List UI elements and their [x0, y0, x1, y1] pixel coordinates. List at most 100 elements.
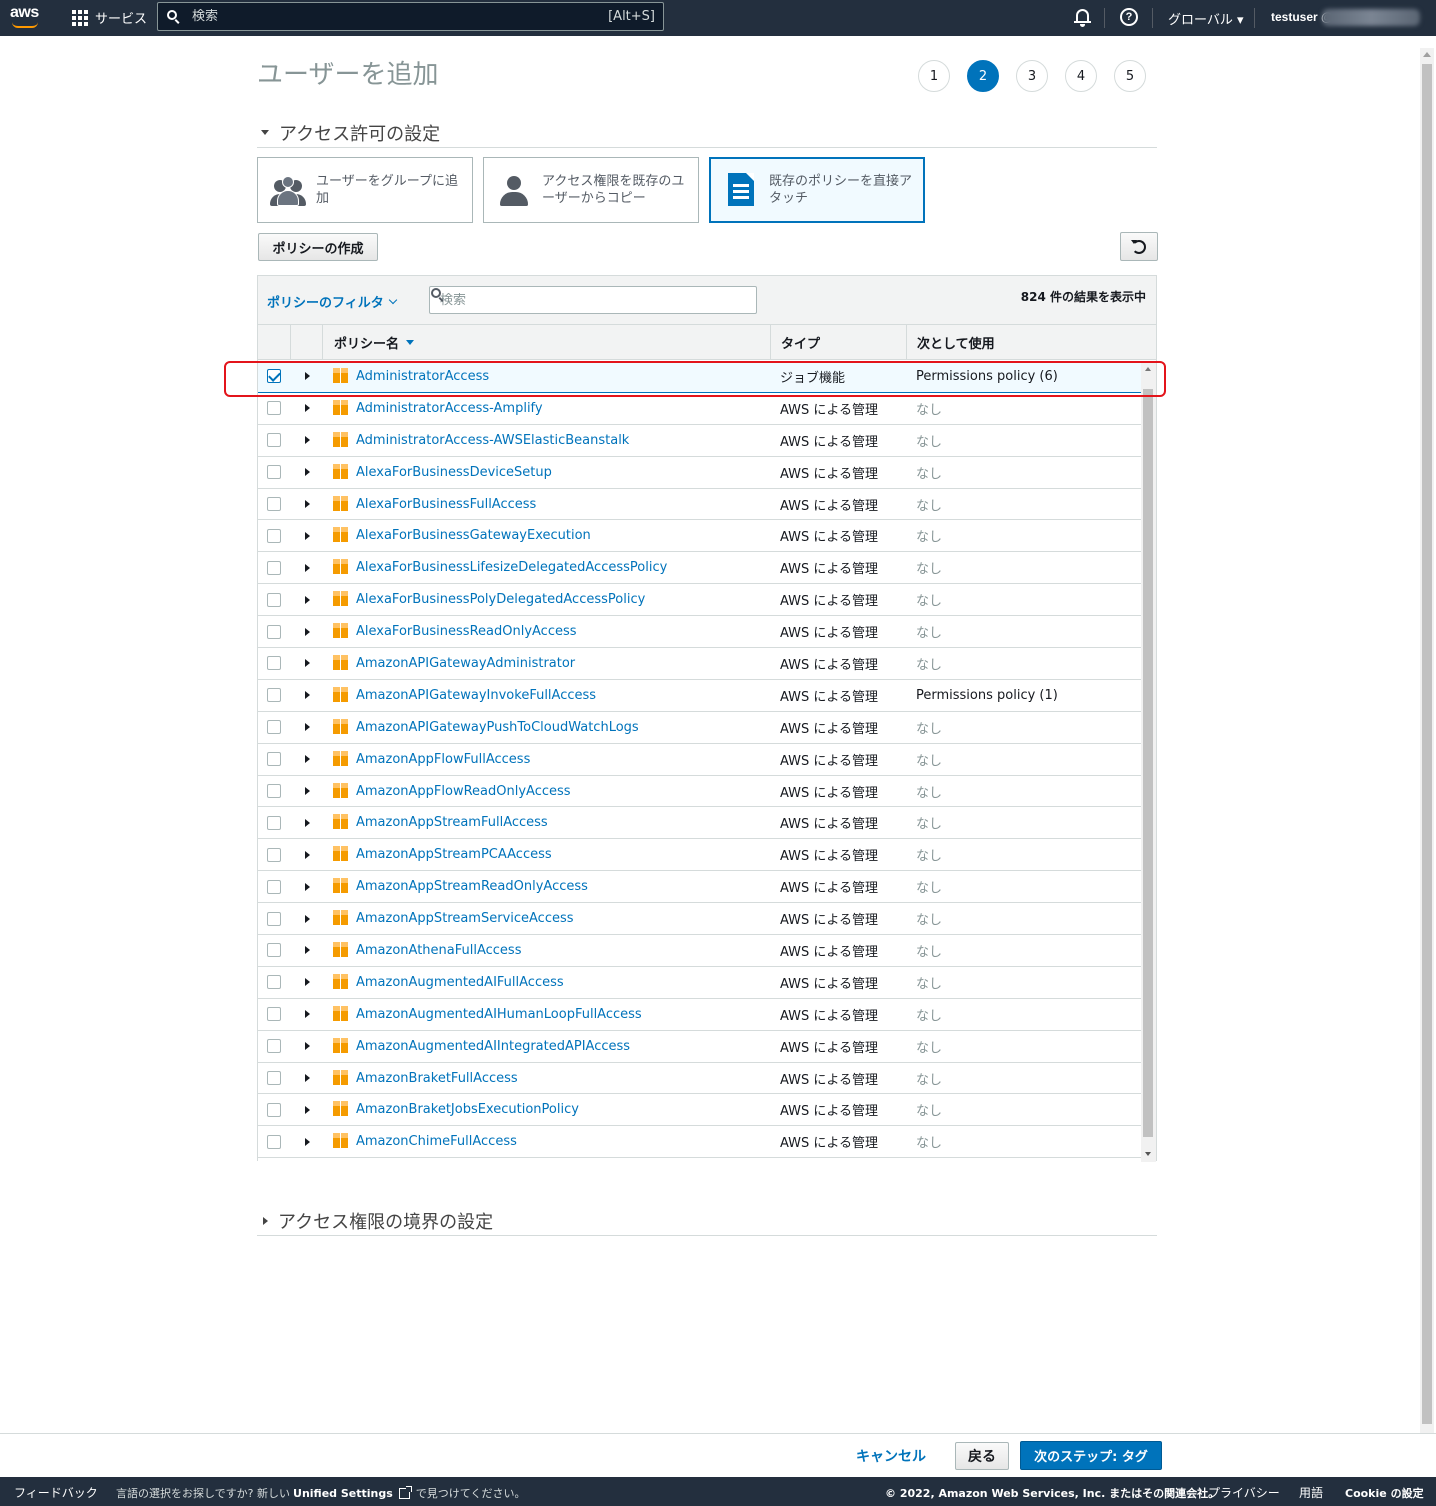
expand-row-icon[interactable] [305, 468, 310, 477]
row-checkbox[interactable] [267, 975, 281, 990]
row-checkbox[interactable] [267, 847, 281, 862]
table-row[interactable]: AmazonAppStreamReadOnlyAccess AWS による管理 なし [258, 871, 1141, 904]
expand-row-icon[interactable] [305, 850, 310, 859]
expand-row-icon[interactable] [305, 946, 310, 955]
table-row[interactable]: AmazonAppStreamServiceAccess AWS による管理 なし [258, 903, 1141, 936]
policy-name-link[interactable]: AdministratorAccess-AWSElasticBeanstalk [356, 433, 629, 448]
table-scrollbar[interactable] [1141, 361, 1156, 1162]
expand-row-icon[interactable] [305, 978, 310, 987]
policy-name-link[interactable]: AmazonAugmentedAIIntegratedAPIAccess [356, 1039, 630, 1054]
policy-name-link[interactable]: AlexaForBusinessDeviceSetup [356, 465, 552, 480]
option-copy-from-user[interactable]: アクセス権限を既存のユーザーからコピー [483, 157, 699, 223]
table-scrollbar-thumb[interactable] [1143, 389, 1153, 1137]
row-checkbox[interactable] [267, 497, 281, 511]
expand-row-icon[interactable] [305, 500, 310, 508]
expand-row-icon[interactable] [305, 818, 310, 827]
policy-name-link[interactable]: AdministratorAccess [356, 369, 489, 384]
policy-name-link[interactable]: AlexaForBusinessLifesizeDelegatedAccessP… [356, 560, 667, 575]
table-row[interactable]: AmazonAugmentedAIIntegratedAPIAccess AWS … [258, 1031, 1141, 1063]
scroll-up-icon[interactable] [1145, 367, 1151, 371]
expand-row-icon[interactable] [305, 1105, 310, 1114]
expand-row-icon[interactable] [305, 531, 310, 540]
policy-name-link[interactable]: AmazonAPIGatewayAdministrator [356, 656, 575, 671]
scroll-down-icon[interactable] [1145, 1152, 1151, 1156]
unified-settings-link[interactable]: Unified Settings [293, 1487, 393, 1500]
expand-row-icon[interactable] [305, 787, 310, 796]
column-header-used-as[interactable]: 次として使用 [906, 325, 1156, 360]
policy-name-link[interactable]: AmazonAppStreamFullAccess [356, 815, 548, 830]
policy-name-link[interactable]: AmazonAppFlowReadOnlyAccess [356, 784, 571, 799]
expand-row-icon[interactable] [305, 1010, 310, 1019]
create-policy-button[interactable]: ポリシーの作成 [258, 233, 378, 261]
row-checkbox[interactable] [267, 1007, 281, 1022]
policy-name-link[interactable]: AmazonAugmentedAIFullAccess [356, 975, 564, 990]
option-attach-policies[interactable]: 既存のポリシーを直接アタッチ [709, 157, 925, 223]
expand-row-icon[interactable] [305, 627, 310, 636]
row-checkbox[interactable] [267, 720, 281, 735]
row-checkbox[interactable] [267, 752, 281, 767]
page-scrollbar[interactable] [1420, 48, 1434, 1434]
table-row[interactable]: AlexaForBusinessPolyDelegatedAccessPolic… [258, 584, 1141, 617]
column-header-type[interactable]: タイプ [770, 325, 906, 360]
policy-name-link[interactable]: AmazonAppStreamServiceAccess [356, 911, 574, 926]
table-row[interactable]: AlexaForBusinessLifesizeDelegatedAccessP… [258, 552, 1141, 585]
expand-row-icon[interactable] [305, 595, 310, 604]
row-checkbox[interactable] [267, 528, 281, 543]
table-row[interactable]: AdministratorAccess-AWSElasticBeanstalk A… [258, 425, 1141, 457]
policy-name-link[interactable]: AlexaForBusinessGatewayExecution [356, 528, 591, 543]
row-checkbox[interactable] [267, 911, 281, 926]
table-row[interactable]: AmazonBraketFullAccess AWS による管理 なし [258, 1063, 1141, 1095]
step-4[interactable]: 4 [1065, 60, 1097, 92]
policy-name-link[interactable]: AmazonAppFlowFullAccess [356, 752, 530, 767]
scroll-up-icon[interactable] [1423, 52, 1431, 57]
policy-name-link[interactable]: AmazonAPIGatewayInvokeFullAccess [356, 688, 596, 703]
permissions-section-header[interactable]: アクセス許可の設定 [257, 118, 1157, 148]
expand-row-icon[interactable] [305, 1074, 310, 1083]
table-row[interactable]: AmazonAPIGatewayAdministrator AWS による管理 なし [258, 648, 1141, 680]
expand-row-icon[interactable] [305, 404, 310, 413]
table-row[interactable]: AlexaForBusinessGatewayExecution AWS による管… [258, 520, 1141, 553]
row-checkbox[interactable] [267, 815, 281, 830]
step-3[interactable]: 3 [1016, 60, 1048, 92]
policy-search-input[interactable] [440, 292, 750, 308]
step-2[interactable]: 2 [967, 60, 999, 92]
global-search[interactable]: [Alt+S] [157, 2, 664, 31]
boundary-section-header[interactable]: アクセス権限の境界の設定 [257, 1206, 1157, 1236]
cancel-button[interactable]: キャンセル [856, 1443, 926, 1469]
expand-row-icon[interactable] [305, 563, 310, 572]
table-row[interactable]: AmazonChimeFullAccess AWS による管理 なし [258, 1126, 1141, 1159]
policy-name-link[interactable]: AmazonAppStreamReadOnlyAccess [356, 879, 588, 894]
expand-row-icon[interactable] [305, 882, 310, 891]
table-row[interactable]: AmazonAPIGatewayInvokeFullAccess AWS による管… [258, 680, 1141, 712]
policy-name-link[interactable]: AlexaForBusinessFullAccess [356, 497, 536, 512]
aws-logo[interactable]: aws [10, 4, 46, 30]
table-row[interactable]: AmazonAthenaFullAccess AWS による管理 なし [258, 935, 1141, 967]
policy-name-link[interactable]: AmazonBraketFullAccess [356, 1071, 518, 1086]
policy-filter-dropdown[interactable]: ポリシーのフィルタ [267, 292, 397, 311]
row-checkbox[interactable] [267, 879, 281, 894]
row-checkbox[interactable] [267, 1102, 281, 1117]
policy-name-link[interactable]: AmazonAPIGatewayPushToCloudWatchLogs [356, 720, 639, 735]
policy-name-link[interactable]: AmazonAthenaFullAccess [356, 943, 521, 958]
row-checkbox[interactable] [267, 688, 281, 703]
row-checkbox[interactable] [267, 1134, 281, 1149]
services-menu[interactable]: サービス [72, 8, 147, 27]
table-row[interactable]: AlexaForBusinessFullAccess AWS による管理 なし [258, 489, 1141, 521]
policy-search[interactable] [429, 286, 757, 314]
row-checkbox[interactable] [267, 1071, 281, 1086]
expand-row-icon[interactable] [305, 755, 310, 764]
row-checkbox[interactable] [267, 401, 281, 416]
policy-name-link[interactable]: AlexaForBusinessReadOnlyAccess [356, 624, 577, 639]
table-row[interactable]: AmazonAPIGatewayPushToCloudWatchLogs AWS … [258, 712, 1141, 744]
next-button[interactable]: 次のステップ: タグ [1020, 1441, 1162, 1470]
row-checkbox[interactable] [267, 433, 281, 448]
column-header-policy-name[interactable]: ポリシー名 [322, 325, 770, 360]
row-checkbox[interactable] [267, 1039, 281, 1054]
table-row[interactable]: AlexaForBusinessReadOnlyAccess AWS による管理 な… [258, 616, 1141, 649]
policy-name-link[interactable]: AmazonChimeFullAccess [356, 1134, 517, 1149]
expand-row-icon[interactable] [305, 659, 310, 668]
expand-row-icon[interactable] [305, 914, 310, 923]
back-button[interactable]: 戻る [955, 1442, 1009, 1470]
expand-row-icon[interactable] [305, 691, 310, 700]
policy-name-link[interactable]: AmazonBraketJobsExecutionPolicy [356, 1102, 579, 1117]
